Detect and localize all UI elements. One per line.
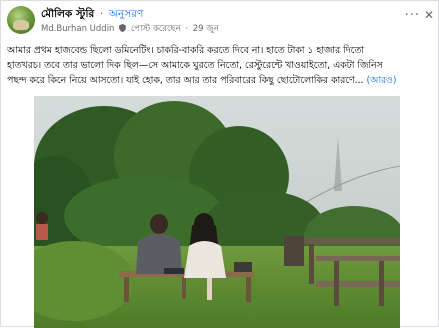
follow-button[interactable]: অনুসরণ <box>109 8 143 20</box>
group-name-link[interactable]: মৌলিক স্টুরি <box>41 8 94 20</box>
post-text-line-2: হাতখরচ। তবে তার ভালো দিক ছিল—সে আমাকে ঘু… <box>7 60 383 71</box>
group-avatar[interactable] <box>7 6 35 34</box>
more-options-button[interactable]: ··· <box>404 8 420 23</box>
post-date[interactable]: 29 জুন <box>193 24 219 34</box>
posted-by-label: পোস্ট করেছেন <box>130 24 181 34</box>
close-button[interactable]: ✕ <box>424 8 434 22</box>
shield-icon <box>119 24 126 32</box>
author-name[interactable]: Md.Burhan Uddin <box>41 24 114 34</box>
post-header: মৌলিক স্টুরি · অনুসরণ Md.Burhan Uddin পো… <box>7 6 434 36</box>
meta-separator-dot: · <box>185 24 189 34</box>
see-more-link[interactable]: (আরও) <box>366 75 396 86</box>
post-card: মৌলিক স্টুরি · অনুসরণ Md.Burhan Uddin পো… <box>0 0 439 328</box>
more-horizontal-icon: ··· <box>404 8 420 23</box>
post-meta: Md.Burhan Uddin পোস্ট করেছেন · 29 জুন <box>41 22 219 36</box>
park-scene-image <box>34 96 400 328</box>
close-icon: ✕ <box>423 8 434 22</box>
post-text-line-1: আমার প্রথম হাজবেন্ড ছিলো ডমিনেটিং। চাকরি… <box>7 45 365 56</box>
post-photo[interactable] <box>34 96 400 328</box>
post-text-line-3: পছন্দ করে কিনে নিয়ে আসতো। যাই হোক, তার … <box>7 75 364 86</box>
post-text: আমার প্রথম হাজবেন্ড ছিলো ডমিনেটিং। চাকরি… <box>7 43 433 88</box>
separator-dot: · <box>99 8 104 20</box>
